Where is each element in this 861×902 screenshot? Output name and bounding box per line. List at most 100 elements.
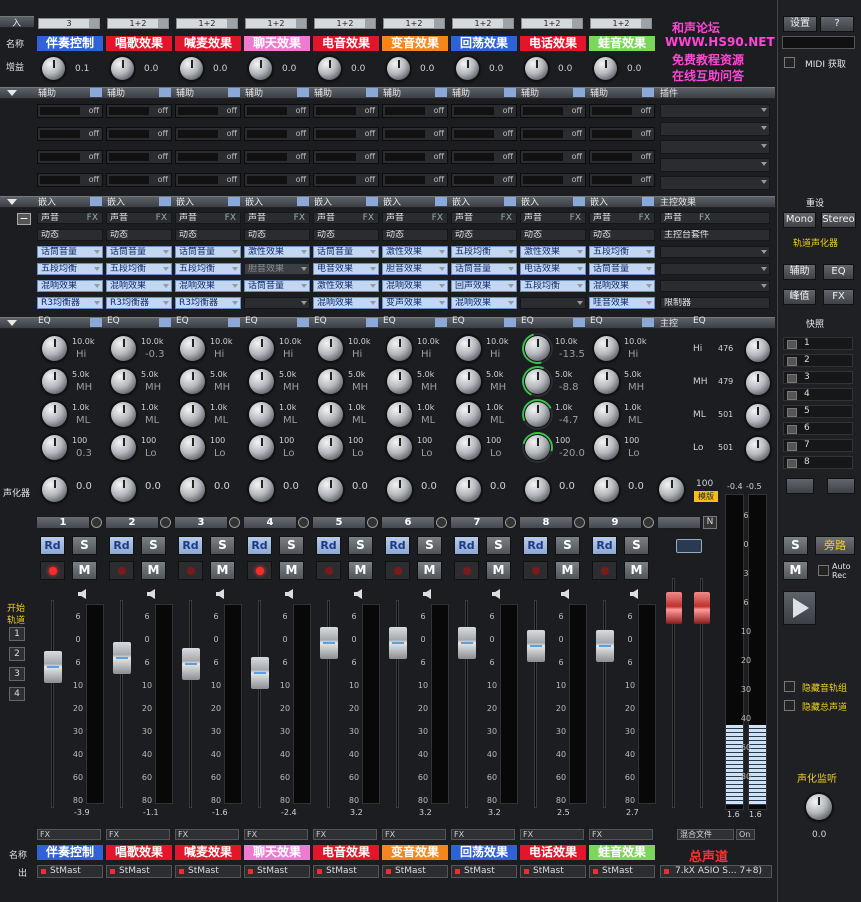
eq-toggle-icon[interactable] — [435, 318, 447, 327]
gain-knob[interactable] — [111, 57, 134, 80]
volume-fader[interactable] — [182, 647, 200, 680]
input-select[interactable]: 1+2 — [521, 18, 583, 29]
fx-button[interactable]: FX — [823, 289, 854, 305]
snapshot-slot-4[interactable]: 4 — [783, 388, 853, 401]
read-button[interactable]: Rd — [247, 536, 272, 555]
insert-toggle-icon[interactable] — [435, 197, 447, 206]
aux-toggle-icon[interactable] — [90, 88, 102, 97]
insert-effect-slot[interactable]: 话筒音量 — [175, 246, 241, 258]
aux-send-slot[interactable]: off — [451, 104, 517, 118]
record-arm-button[interactable] — [178, 561, 203, 580]
read-button[interactable]: Rd — [40, 536, 65, 555]
input-select[interactable]: 1+2 — [245, 18, 307, 29]
fx-select[interactable]: FX — [175, 829, 239, 840]
eq-toggle-icon[interactable] — [366, 318, 378, 327]
aux-send-slot[interactable]: off — [175, 127, 241, 141]
volume-fader[interactable] — [527, 630, 545, 663]
eq-band-knob[interactable] — [318, 402, 343, 427]
insert-effect-slot[interactable]: 变声效果 — [382, 297, 448, 309]
channel-name-bottom[interactable]: 聊天效果 — [244, 845, 310, 860]
link-icon[interactable] — [574, 517, 585, 528]
output-select[interactable]: StMast — [382, 865, 448, 878]
channel-name-bottom[interactable]: 喊麦效果 — [175, 845, 241, 860]
insert-effect-slot[interactable]: 混响效果 — [175, 280, 241, 292]
link-icon[interactable] — [229, 517, 240, 528]
eq-band-knob[interactable] — [111, 369, 136, 394]
auto-rec-checkbox[interactable] — [818, 565, 829, 576]
fx-select[interactable]: FX — [313, 829, 377, 840]
vocalizer-knob[interactable] — [180, 477, 205, 502]
aux-send-slot[interactable]: off — [244, 127, 310, 141]
record-arm-button[interactable] — [523, 561, 548, 580]
aux-send-slot[interactable]: off — [589, 150, 655, 164]
insert-effect-slot[interactable]: 混响效果 — [313, 297, 379, 309]
plugin-slot[interactable] — [660, 176, 770, 190]
channel-name[interactable]: 唱歌效果 — [106, 36, 172, 51]
output-select[interactable]: StMast — [520, 865, 586, 878]
sound-button[interactable]: 声音 FX — [244, 212, 310, 224]
aux-toggle-icon[interactable] — [642, 88, 654, 97]
sound-button[interactable]: 声音 FX — [382, 212, 448, 224]
fx-select[interactable]: FX — [37, 829, 101, 840]
insert-effect-slot[interactable]: 激性效果 — [244, 246, 310, 258]
eq-toggle-icon[interactable] — [642, 318, 654, 327]
eq-band-knob[interactable] — [594, 435, 619, 460]
channel-name[interactable]: 聊天效果 — [244, 36, 310, 51]
link-icon[interactable] — [91, 517, 102, 528]
sound-button[interactable]: 声音 FX — [313, 212, 379, 224]
aux-send-slot[interactable]: off — [106, 127, 172, 141]
eq-band-knob[interactable] — [249, 369, 274, 394]
track-number-4[interactable]: 4 — [9, 687, 25, 701]
fx-select[interactable]: FX — [589, 829, 653, 840]
gain-knob[interactable] — [594, 57, 617, 80]
output-select[interactable]: StMast — [589, 865, 655, 878]
record-arm-button[interactable] — [109, 561, 134, 580]
aux-send-slot[interactable]: off — [589, 104, 655, 118]
output-device-select[interactable]: 7.kX ASIO S... 7+8) — [660, 865, 772, 878]
volume-fader[interactable] — [320, 626, 338, 659]
channel-name-bottom[interactable]: 电话效果 — [520, 845, 586, 860]
insert-effect-slot[interactable] — [520, 297, 586, 309]
volume-fader[interactable] — [389, 626, 407, 659]
aux-toggle-icon[interactable] — [297, 88, 309, 97]
console-kit-button[interactable]: 主控台套件 — [660, 229, 770, 241]
insert-toggle-icon[interactable] — [297, 197, 309, 206]
insert-toggle-icon[interactable] — [504, 197, 516, 206]
aux-send-slot[interactable]: off — [313, 127, 379, 141]
sound-button[interactable]: 声音 FX — [175, 212, 241, 224]
read-button[interactable]: Rd — [178, 536, 203, 555]
insert-toggle-icon[interactable] — [159, 197, 171, 206]
master-eq-knob[interactable] — [746, 404, 770, 428]
dynamics-button[interactable]: 动态 — [244, 229, 310, 241]
aux-send-slot[interactable]: off — [313, 173, 379, 187]
insert-toggle-icon[interactable] — [90, 197, 102, 206]
insert-effect-slot[interactable]: 混响效果 — [382, 280, 448, 292]
aux-send-slot[interactable]: off — [244, 104, 310, 118]
dynamics-button[interactable]: 动态 — [520, 229, 586, 241]
eq-band-knob[interactable] — [42, 435, 67, 460]
insert-effect-slot[interactable]: 话筒音量 — [106, 246, 172, 258]
volume-fader[interactable] — [458, 626, 476, 659]
vocalizer-knob[interactable] — [387, 477, 412, 502]
master-insert-slot[interactable] — [660, 280, 770, 292]
plugin-slot[interactable] — [660, 158, 770, 172]
fx-select[interactable]: FX — [382, 829, 446, 840]
aux-send-slot[interactable]: off — [313, 104, 379, 118]
read-button[interactable]: Rd — [316, 536, 341, 555]
solo-button[interactable]: S — [72, 536, 97, 555]
gain-knob[interactable] — [42, 57, 65, 80]
channel-name[interactable]: 蛙音效果 — [589, 36, 655, 51]
vocalizer-knob[interactable] — [318, 477, 343, 502]
master-solo-button[interactable]: S — [783, 536, 808, 555]
output-select[interactable]: StMast — [451, 865, 517, 878]
eq-band-knob[interactable] — [387, 435, 412, 460]
snapshot-slot-6[interactable]: 6 — [783, 422, 853, 435]
read-button[interactable]: Rd — [592, 536, 617, 555]
aux-send-slot[interactable]: off — [520, 127, 586, 141]
eq-band-knob[interactable] — [249, 336, 274, 361]
eq-toggle-icon[interactable] — [90, 318, 102, 327]
insert-toggle-icon[interactable] — [642, 197, 654, 206]
record-arm-button[interactable] — [40, 561, 65, 580]
insert-effect-slot[interactable]: 话筒音量 — [589, 263, 655, 275]
eq-band-knob[interactable] — [111, 435, 136, 460]
